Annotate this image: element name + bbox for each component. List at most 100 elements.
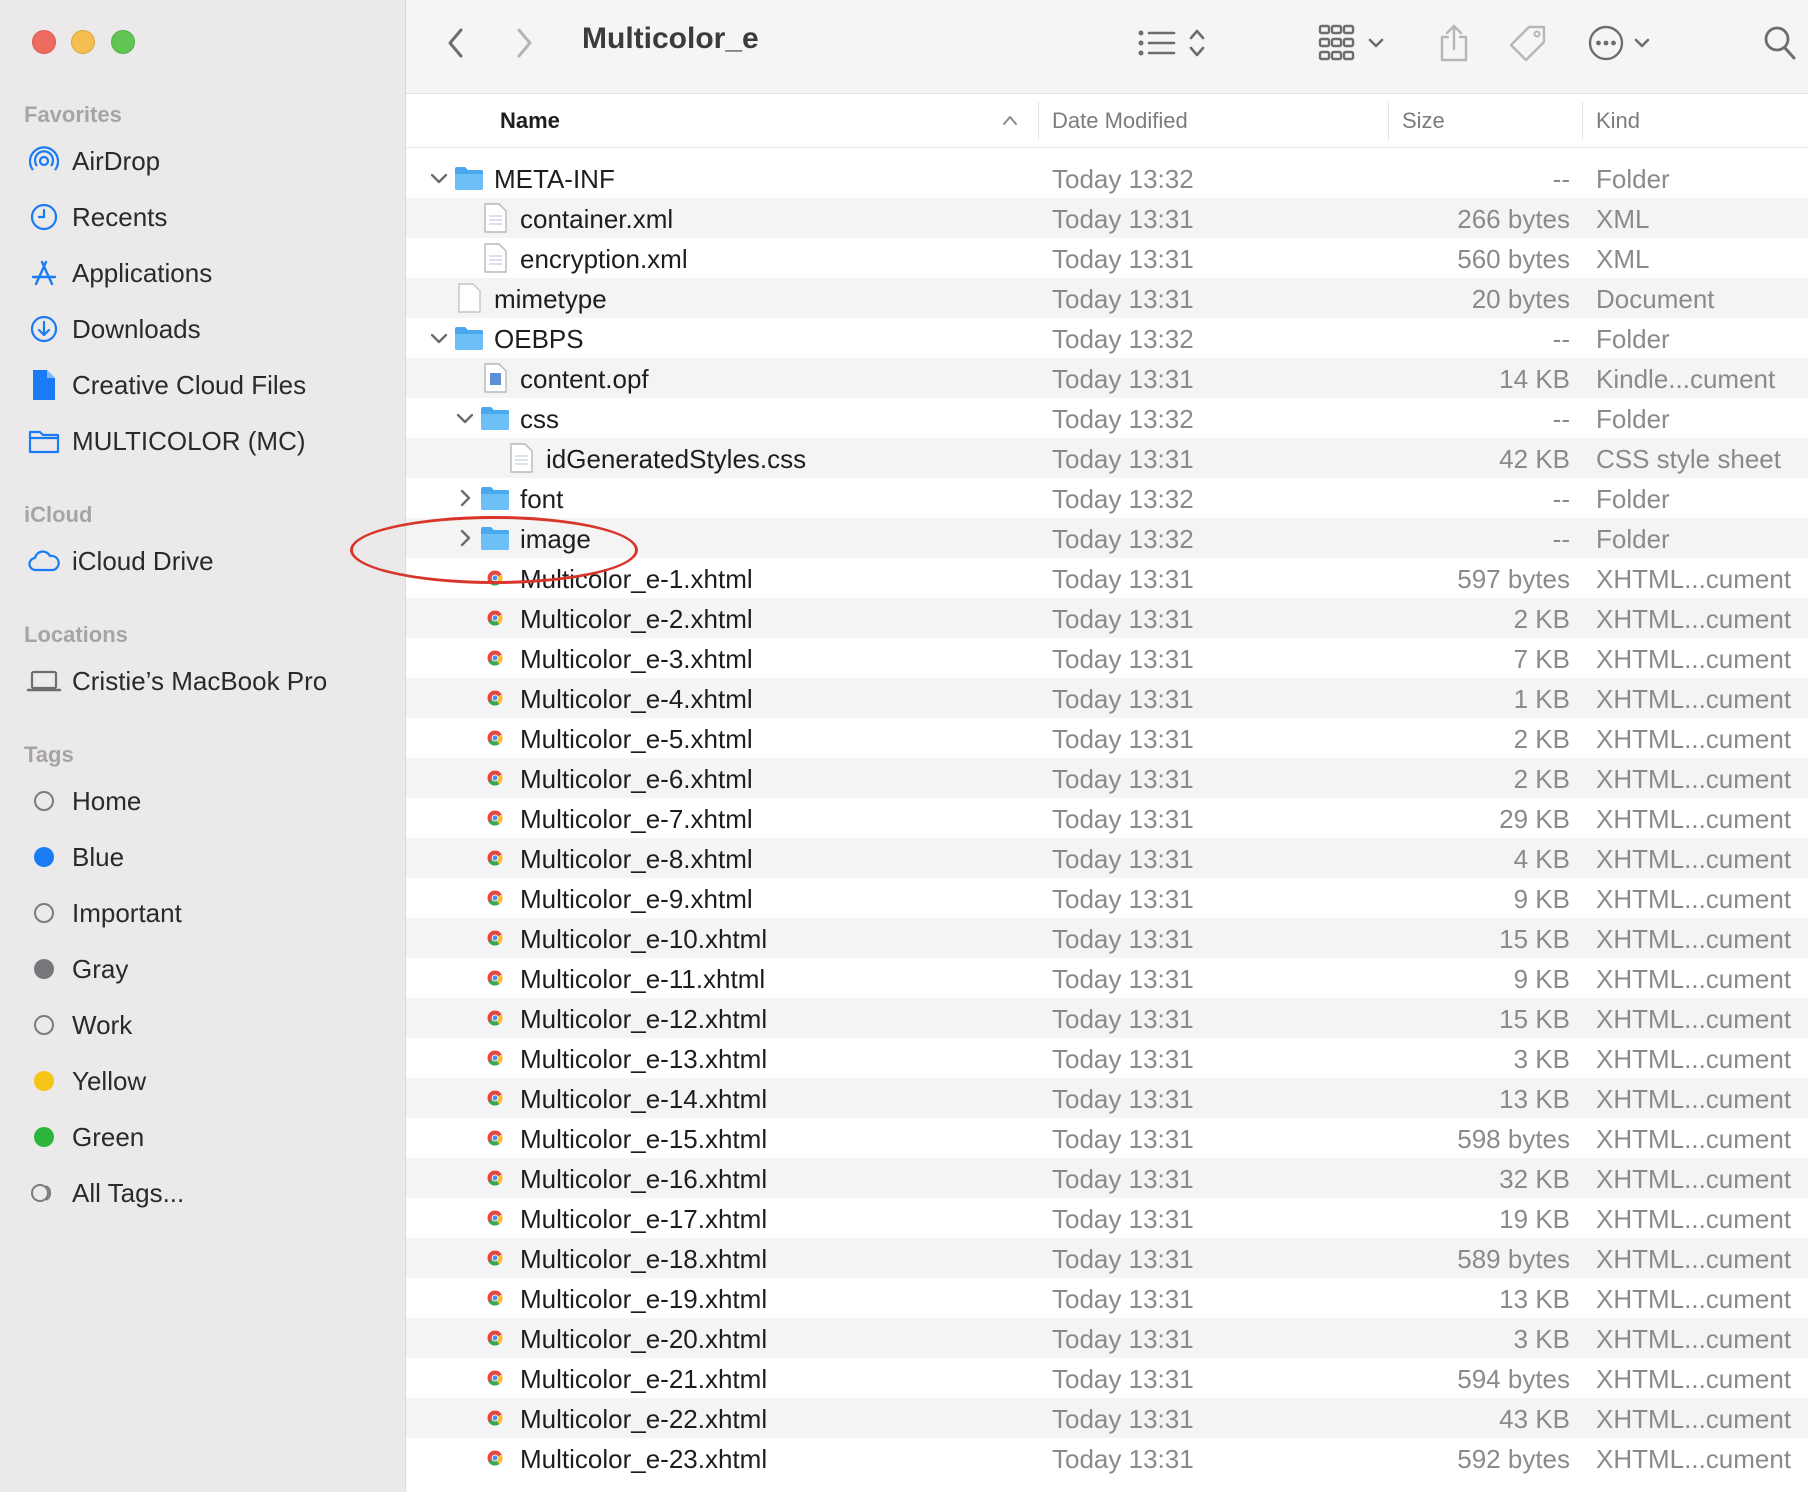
search-button[interactable] xyxy=(1758,22,1802,64)
file-date-modified: Today 13:31 xyxy=(1052,1284,1194,1314)
file-row[interactable]: Multicolor_e-8.xhtml Today 13:31 4 KB XHTML… xyxy=(406,838,1808,878)
column-header-name[interactable]: Name xyxy=(500,108,560,134)
sidebar-item-multicolor-mc[interactable]: MULTICOLOR (MC) xyxy=(24,419,306,463)
folder-icon xyxy=(480,484,510,512)
file-date-modified: Today 13:31 xyxy=(1052,724,1194,754)
window-title: Multicolor_e xyxy=(582,22,759,55)
column-divider[interactable] xyxy=(1388,102,1389,140)
sidebar-item-airdrop[interactable]: AirDrop xyxy=(24,139,160,183)
disclosure-chevron-down-icon[interactable] xyxy=(428,164,450,192)
sidebar-tag-work[interactable]: Work xyxy=(24,1003,132,1047)
file-row[interactable]: Multicolor_e-21.xhtml Today 13:31 594 byte… xyxy=(406,1358,1808,1398)
file-name: content.opf xyxy=(520,364,649,394)
forward-button[interactable] xyxy=(506,22,542,64)
column-header-size[interactable]: Size xyxy=(1402,108,1445,134)
file-kind: XHTML...cument xyxy=(1596,1204,1792,1234)
file-kind: XHTML...cument xyxy=(1596,1124,1792,1154)
file-row[interactable]: content.opf Today 13:31 14 KB Kindle...cume… xyxy=(406,358,1808,398)
sidebar-item-label: Applications xyxy=(72,257,213,288)
sidebar-item-label: Gray xyxy=(72,953,129,984)
icloud-section-label: iCloud xyxy=(24,502,93,527)
sidebar-tag-blue[interactable]: Blue xyxy=(24,835,124,879)
file-row[interactable]: Multicolor_e-19.xhtml Today 13:31 13 KB XHT… xyxy=(406,1278,1808,1318)
sidebar-item-creative-cloud-files[interactable]: Creative Cloud Files xyxy=(24,363,306,407)
file-date-modified: Today 13:31 xyxy=(1052,204,1194,234)
minimize-window-button[interactable] xyxy=(71,30,95,54)
file-row[interactable]: Multicolor_e-5.xhtml Today 13:31 2 KB XHTML… xyxy=(406,718,1808,758)
disclosure-chevron-down-icon[interactable] xyxy=(454,404,476,432)
file-row[interactable]: Multicolor_e-9.xhtml Today 13:31 9 KB XHTML… xyxy=(406,878,1808,918)
airdrop-icon xyxy=(24,146,64,176)
file-row[interactable]: Multicolor_e-23.xhtml Today 13:31 592 byte… xyxy=(406,1438,1808,1478)
file-row[interactable]: Multicolor_e-18.xhtml Today 13:31 589 byte… xyxy=(406,1238,1808,1278)
file-row[interactable]: css Today 13:32 -- Folder xyxy=(406,398,1808,438)
sidebar-tag-gray[interactable]: Gray xyxy=(24,947,128,991)
share-button[interactable] xyxy=(1432,22,1476,64)
disclosure-chevron-right-icon[interactable] xyxy=(454,484,476,512)
chrome-document-icon xyxy=(480,1364,510,1392)
file-row[interactable]: Multicolor_e-11.xhtml Today 13:31 9 KB XHTM… xyxy=(406,958,1808,998)
search-icon xyxy=(1764,26,1796,60)
disclosure-chevron-down-icon[interactable] xyxy=(428,324,450,352)
column-header-kind[interactable]: Kind xyxy=(1596,108,1640,134)
back-button[interactable] xyxy=(438,22,474,64)
file-date-modified: Today 13:31 xyxy=(1052,1444,1194,1474)
file-row[interactable]: mimetype Today 13:31 20 bytes Document xyxy=(406,278,1808,318)
grid-group-icon xyxy=(1318,24,1384,61)
sidebar-item-applications[interactable]: Applications xyxy=(24,251,212,295)
file-row[interactable]: Multicolor_e-16.xhtml Today 13:31 32 KB XHT… xyxy=(406,1158,1808,1198)
file-row[interactable]: font Today 13:32 -- Folder xyxy=(406,478,1808,518)
file-row[interactable]: Multicolor_e-13.xhtml Today 13:31 3 KB XHTM… xyxy=(406,1038,1808,1078)
file-date-modified: Today 13:32 xyxy=(1052,524,1194,554)
file-row[interactable]: META-INF Today 13:32 -- Folder xyxy=(406,158,1808,198)
file-row[interactable]: Multicolor_e-6.xhtml Today 13:31 2 KB XHTML… xyxy=(406,758,1808,798)
file-date-modified: Today 13:31 xyxy=(1052,444,1194,474)
sidebar-item-downloads[interactable]: Downloads xyxy=(24,307,201,351)
zoom-window-button[interactable] xyxy=(111,30,135,54)
view-options-list-button[interactable] xyxy=(1136,22,1212,64)
file-row[interactable]: container.xml Today 13:31 266 bytes XML xyxy=(406,198,1808,238)
chrome-document-icon xyxy=(480,924,510,952)
file-row[interactable]: Multicolor_e-12.xhtml Today 13:31 15 KB XHT… xyxy=(406,998,1808,1038)
file-row[interactable]: Multicolor_e-20.xhtml Today 13:31 3 KB XHTM… xyxy=(406,1318,1808,1358)
group-button[interactable] xyxy=(1318,22,1394,64)
file-row[interactable]: Multicolor_e-10.xhtml Today 13:31 15 KB XHT… xyxy=(406,918,1808,958)
file-date-modified: Today 13:31 xyxy=(1052,1404,1194,1434)
file-row[interactable]: OEBPS Today 13:32 -- Folder xyxy=(406,318,1808,358)
sidebar-tag-green[interactable]: Green xyxy=(24,1115,144,1159)
file-kind: XHTML...cument xyxy=(1596,764,1792,794)
column-divider[interactable] xyxy=(1582,102,1583,140)
folder-icon xyxy=(24,426,64,456)
sidebar-item-icloud-drive[interactable]: iCloud Drive xyxy=(24,539,214,583)
share-icon xyxy=(1440,24,1468,62)
sidebar-tag-all-tags[interactable]: All Tags... xyxy=(24,1171,184,1215)
sidebar-item-label: All Tags... xyxy=(72,1177,185,1208)
file-row[interactable]: idGeneratedStyles.css Today 13:31 42 KB CSS… xyxy=(406,438,1808,478)
file-kind: XHTML...cument xyxy=(1596,844,1792,874)
file-name: Multicolor_e-18.xhtml xyxy=(520,1244,768,1274)
file-row[interactable]: Multicolor_e-4.xhtml Today 13:31 1 KB XHTML… xyxy=(406,678,1808,718)
file-size: 7 KB xyxy=(1513,644,1570,674)
file-name: Multicolor_e-14.xhtml xyxy=(520,1084,768,1114)
file-row[interactable]: Multicolor_e-22.xhtml Today 13:31 43 KB XHT… xyxy=(406,1398,1808,1438)
column-header-date-modified[interactable]: Date Modified xyxy=(1052,108,1188,134)
sidebar-item-cristie-s-macbook-pro[interactable]: Cristie’s MacBook Pro xyxy=(24,659,327,703)
file-row[interactable]: Multicolor_e-2.xhtml Today 13:31 2 KB XHTML… xyxy=(406,598,1808,638)
file-name: idGeneratedStyles.css xyxy=(546,444,807,474)
file-row[interactable]: Multicolor_e-7.xhtml Today 13:31 29 KB XHTM… xyxy=(406,798,1808,838)
tags-button[interactable] xyxy=(1504,22,1552,64)
chrome-document-icon xyxy=(480,804,510,832)
column-divider[interactable] xyxy=(1038,102,1039,140)
sidebar-tag-yellow[interactable]: Yellow xyxy=(24,1059,146,1103)
action-menu-button[interactable] xyxy=(1586,22,1662,64)
file-row[interactable]: encryption.xml Today 13:31 560 bytes XML xyxy=(406,238,1808,278)
sidebar-tag-important[interactable]: Important xyxy=(24,891,182,935)
chrome-document-icon xyxy=(480,844,510,872)
file-row[interactable]: Multicolor_e-3.xhtml Today 13:31 7 KB XHTML… xyxy=(406,638,1808,678)
file-row[interactable]: Multicolor_e-15.xhtml Today 13:31 598 byte… xyxy=(406,1118,1808,1158)
sidebar-item-recents[interactable]: Recents xyxy=(24,195,167,239)
sidebar-tag-home[interactable]: Home xyxy=(24,779,141,823)
file-row[interactable]: Multicolor_e-17.xhtml Today 13:31 19 KB XHT… xyxy=(406,1198,1808,1238)
file-row[interactable]: Multicolor_e-14.xhtml Today 13:31 13 KB XHT… xyxy=(406,1078,1808,1118)
close-window-button[interactable] xyxy=(32,30,56,54)
